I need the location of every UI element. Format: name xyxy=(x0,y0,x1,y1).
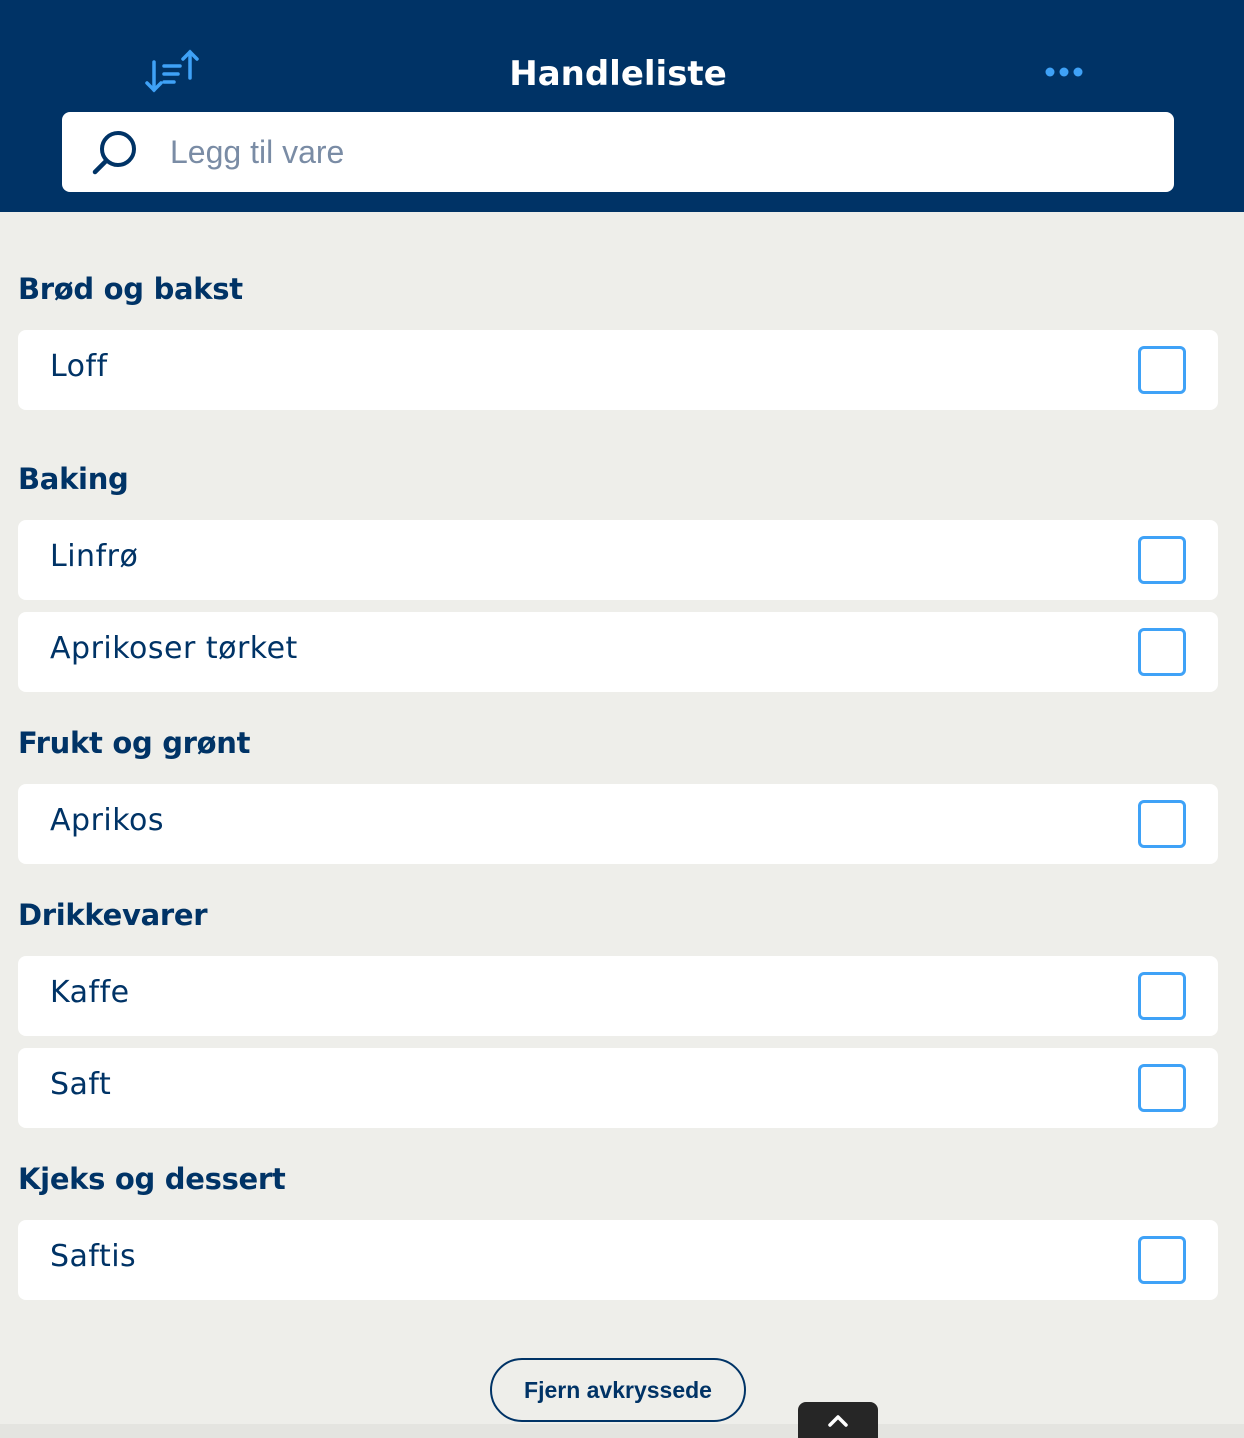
list-item[interactable]: Loff xyxy=(18,330,1218,410)
item-label: Saft xyxy=(50,1067,112,1102)
item-checkbox[interactable] xyxy=(1138,346,1186,394)
category-title: Baking xyxy=(18,462,129,496)
list-item[interactable]: Aprikos xyxy=(18,784,1218,864)
shopping-list: Brød og bakst Loff Baking Linfrø Aprikos… xyxy=(18,212,1218,1300)
item-label: Loff xyxy=(50,349,108,384)
category-title: Drikkevarer xyxy=(18,898,208,932)
list-item[interactable]: Kaffe xyxy=(18,956,1218,1036)
item-label: Aprikos xyxy=(50,803,165,838)
item-label: Saftis xyxy=(50,1239,137,1274)
item-checkbox[interactable] xyxy=(1138,972,1186,1020)
remove-checked-button[interactable]: Fjern avkryssede xyxy=(490,1358,746,1422)
app-header: Handleliste xyxy=(0,0,1244,212)
list-item[interactable]: Aprikoser tørket xyxy=(18,612,1218,692)
item-checkbox[interactable] xyxy=(1138,628,1186,676)
list-item[interactable]: Linfrø xyxy=(18,520,1218,600)
item-label: Linfrø xyxy=(50,539,139,574)
bottom-bar xyxy=(0,1424,1244,1438)
item-checkbox[interactable] xyxy=(1138,800,1186,848)
chevron-up-icon xyxy=(828,1415,848,1427)
search-bar xyxy=(62,112,1174,192)
scroll-to-top-button[interactable] xyxy=(798,1402,878,1438)
item-label: Kaffe xyxy=(50,975,130,1010)
search-icon xyxy=(92,131,136,175)
category-title: Kjeks og dessert xyxy=(18,1162,286,1196)
search-input[interactable] xyxy=(170,126,1150,178)
more-dots-icon xyxy=(1045,67,1083,77)
category-title: Frukt og grønt xyxy=(18,726,251,760)
item-checkbox[interactable] xyxy=(1138,1064,1186,1112)
more-options-button[interactable] xyxy=(1036,56,1092,88)
list-item[interactable]: Saft xyxy=(18,1048,1218,1128)
category-title: Brød og bakst xyxy=(18,272,243,306)
list-item[interactable]: Saftis xyxy=(18,1220,1218,1300)
item-checkbox[interactable] xyxy=(1138,1236,1186,1284)
item-label: Aprikoser tørket xyxy=(50,631,298,666)
item-checkbox[interactable] xyxy=(1138,536,1186,584)
